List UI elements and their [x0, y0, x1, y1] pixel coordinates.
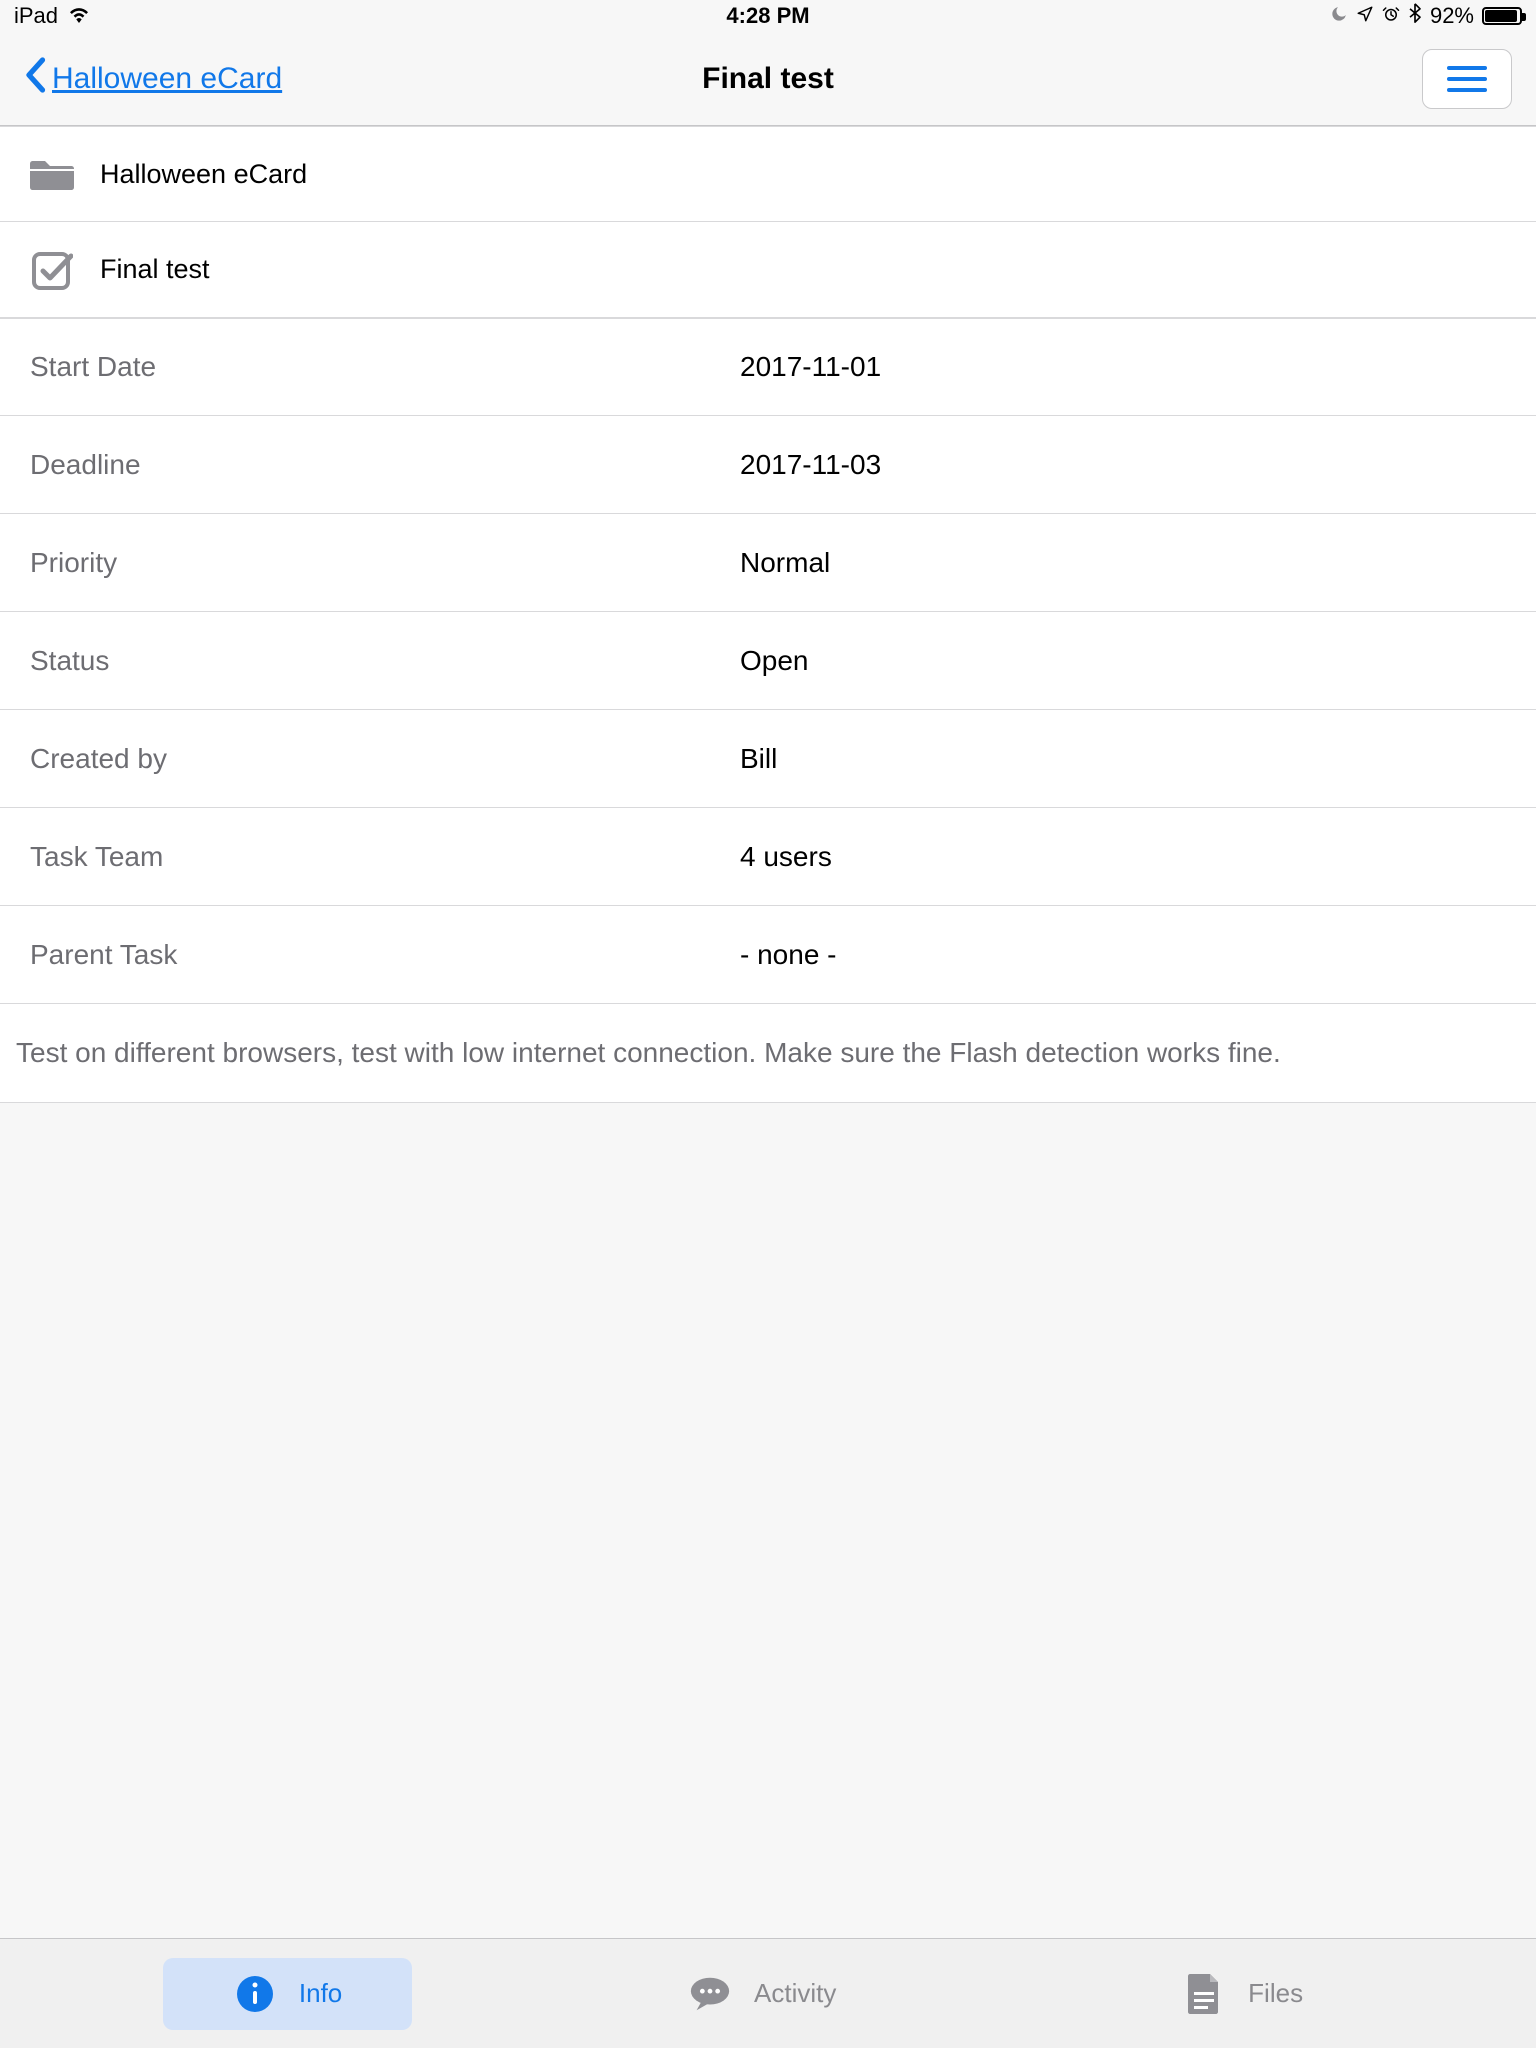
- battery-icon: [1482, 7, 1522, 25]
- breadcrumb-project[interactable]: Halloween eCard: [0, 126, 1536, 222]
- chevron-left-icon: [24, 57, 46, 101]
- breadcrumb-task-label: Final test: [100, 254, 210, 285]
- device-label: iPad: [14, 3, 58, 29]
- field-label: Status: [30, 645, 740, 677]
- battery-percent: 92%: [1430, 3, 1474, 29]
- tab-label: Files: [1248, 1978, 1303, 2009]
- field-value: 2017-11-01: [740, 351, 881, 383]
- task-fields: Start Date 2017-11-01 Deadline 2017-11-0…: [0, 318, 1536, 1004]
- field-value: - none -: [740, 939, 837, 971]
- field-parent-task[interactable]: Parent Task - none -: [0, 906, 1536, 1004]
- tab-bar: Info Activity Files: [0, 1938, 1536, 2048]
- field-value: Bill: [740, 743, 777, 775]
- field-start-date[interactable]: Start Date 2017-11-01: [0, 318, 1536, 416]
- status-bar: iPad 4:28 PM 92%: [0, 0, 1536, 32]
- field-label: Priority: [30, 547, 740, 579]
- breadcrumb-project-label: Halloween eCard: [100, 159, 307, 190]
- wifi-icon: [68, 3, 90, 29]
- tab-activity[interactable]: Activity: [618, 1958, 906, 2030]
- content-area: Halloween eCard Final test Start Date 20…: [0, 126, 1536, 1938]
- field-label: Parent Task: [30, 939, 740, 971]
- location-icon: [1356, 3, 1374, 29]
- field-created-by[interactable]: Created by Bill: [0, 710, 1536, 808]
- back-button[interactable]: Halloween eCard: [24, 57, 282, 101]
- field-deadline[interactable]: Deadline 2017-11-03: [0, 416, 1536, 514]
- nav-bar: Halloween eCard Final test: [0, 32, 1536, 126]
- field-task-team[interactable]: Task Team 4 users: [0, 808, 1536, 906]
- field-label: Start Date: [30, 351, 740, 383]
- task-description: Test on different browsers, test with lo…: [0, 1004, 1536, 1103]
- field-label: Deadline: [30, 449, 740, 481]
- chat-icon: [688, 1972, 732, 2016]
- field-label: Created by: [30, 743, 740, 775]
- file-icon: [1182, 1972, 1226, 2016]
- task-check-icon: [28, 250, 76, 290]
- tab-info[interactable]: Info: [163, 1958, 412, 2030]
- field-value: 4 users: [740, 841, 832, 873]
- field-value: Open: [740, 645, 809, 677]
- tab-files[interactable]: Files: [1112, 1958, 1373, 2030]
- back-label: Halloween eCard: [52, 62, 282, 96]
- tab-label: Info: [299, 1978, 342, 2009]
- field-status[interactable]: Status Open: [0, 612, 1536, 710]
- info-icon: [233, 1972, 277, 2016]
- breadcrumb-task[interactable]: Final test: [0, 222, 1536, 318]
- bluetooth-icon: [1408, 3, 1422, 29]
- field-value: 2017-11-03: [740, 449, 881, 481]
- tab-label: Activity: [754, 1978, 836, 2009]
- field-priority[interactable]: Priority Normal: [0, 514, 1536, 612]
- do-not-disturb-icon: [1330, 3, 1348, 29]
- field-value: Normal: [740, 547, 830, 579]
- field-label: Task Team: [30, 841, 740, 873]
- alarm-icon: [1382, 3, 1400, 29]
- clock: 4:28 PM: [0, 3, 1536, 29]
- folder-icon: [28, 154, 76, 194]
- menu-button[interactable]: [1422, 49, 1512, 109]
